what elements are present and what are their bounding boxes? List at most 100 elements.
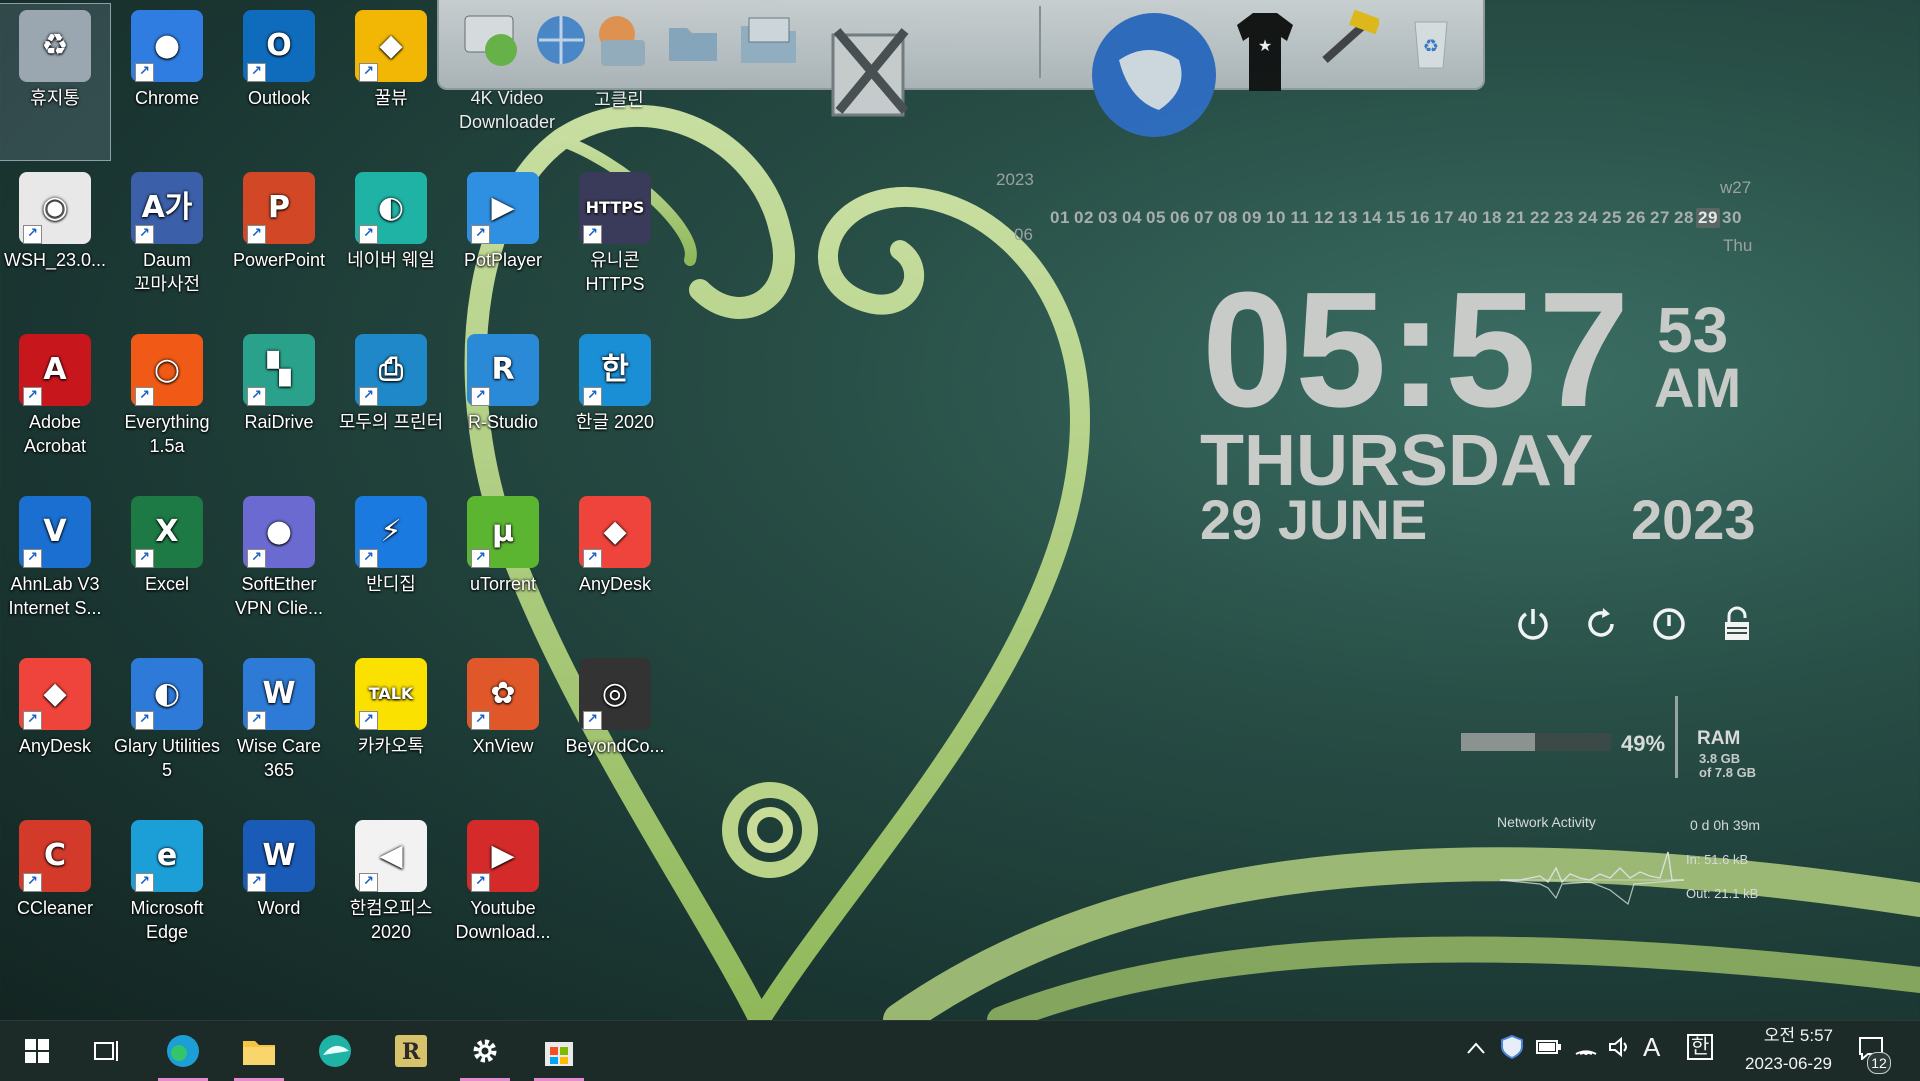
desktop-icon-label: AhnLab V3 Internet S...	[8, 574, 102, 618]
desktop-icon[interactable]: ▶ ↗ PotPlayer	[448, 166, 558, 322]
desktop-icon[interactable]: ◀ ↗ 한컴오피스 2020	[336, 814, 446, 970]
dock-separator	[1039, 6, 1041, 78]
desktop-icon[interactable]: ⚡ ↗ 반디집	[336, 490, 446, 646]
gocleen-dock-icon[interactable]	[589, 8, 653, 72]
desktop-icon[interactable]: ◎ ↗ BeyondCo...	[560, 652, 670, 808]
start-icon[interactable]	[6, 1021, 68, 1081]
glary-utilities-icon: ◐ ↗	[131, 658, 203, 730]
hancom-office-icon: ◀ ↗	[355, 820, 427, 892]
network-graph	[1500, 851, 1684, 906]
calendar-day-row: 01 02 03 04 05 06 07 08 09 10 11 12 13 14 15 16 17 40 18 21…	[1048, 208, 1744, 228]
volume-icon[interactable]	[1608, 1036, 1632, 1064]
calendar-day: 26	[1626, 208, 1646, 227]
tray-time[interactable]: 오전 5:57	[1733, 1024, 1833, 1048]
network-out: Out: 21.1 kB	[1686, 886, 1759, 901]
shutdown-icon[interactable]	[1649, 604, 1689, 644]
desktop-icon[interactable]: C ↗ CCleaner	[0, 814, 110, 970]
tray-date[interactable]: 2023-06-29	[1718, 1052, 1832, 1076]
beyond-compare-icon: ◎ ↗	[579, 658, 651, 730]
desktop-icon-label: SoftEther VPN Clie...	[234, 574, 324, 618]
desktop-icon[interactable]: P ↗ PowerPoint	[224, 166, 334, 322]
battery-icon[interactable]	[1536, 1038, 1562, 1061]
desktop-icon[interactable]: ▶ ↗ Youtube Download...	[448, 814, 558, 970]
desktop-icon[interactable]: TALK ↗ 카카오톡	[336, 652, 446, 808]
desktop-icon[interactable]: ⎙ ↗ 모두의 프린터	[336, 328, 446, 484]
desktop-icon[interactable]: R ↗ R-Studio	[448, 328, 558, 484]
wifi-icon[interactable]	[1574, 1036, 1598, 1062]
desktop-icon-label: uTorrent	[469, 574, 537, 594]
shortcut-arrow-icon: ↗	[135, 873, 154, 892]
calendar-day: 09	[1242, 208, 1262, 227]
desktop-icon[interactable]: ◆ ↗ 꿀뷰	[336, 4, 446, 160]
desktop-icon-label: Glary Utilities 5	[114, 736, 221, 780]
image-folder-icon[interactable]	[735, 8, 799, 72]
calendar-day: 21	[1506, 208, 1526, 227]
lock-icon[interactable]	[1717, 604, 1757, 644]
world-globe-icon[interactable]	[1089, 10, 1219, 140]
input-language[interactable]: A	[1643, 1032, 1660, 1063]
task-view-icon[interactable]	[76, 1021, 138, 1081]
ime-mode[interactable]: 한	[1687, 1034, 1714, 1060]
video-downloader-dock-icon[interactable]	[457, 8, 521, 72]
restart-icon[interactable]	[1581, 604, 1621, 644]
defender-shield-icon[interactable]	[1500, 1034, 1524, 1066]
clock-ampm: AM	[1654, 356, 1742, 419]
desktop-icon[interactable]: ● ↗ Chrome	[112, 4, 222, 160]
desktop-icon-label: 카카오톡	[357, 736, 425, 756]
desktop-icon[interactable]: X ↗ Excel	[112, 490, 222, 646]
taskbar-whale-icon[interactable]	[304, 1021, 366, 1081]
shortcut-arrow-icon: ↗	[471, 387, 490, 406]
desktop-icon-label: XnView	[472, 736, 534, 756]
r-app-icon[interactable]: R	[380, 1021, 442, 1081]
shortcut-arrow-icon: ↗	[135, 549, 154, 568]
calendar-day: 03	[1098, 208, 1118, 227]
desktop-icon[interactable]: 한 ↗ 한글 2020	[560, 328, 670, 484]
acrobat-icon: A ↗	[19, 334, 91, 406]
calendar-day: 14	[1362, 208, 1382, 227]
power-icon[interactable]	[1513, 604, 1553, 644]
desktop-icon[interactable]: A가 ↗ Daum 꼬마사전	[112, 166, 222, 322]
desktop-icon[interactable]: ◐ ↗ Glary Utilities 5	[112, 652, 222, 808]
desktop-icon[interactable]: HTTPS ↗ 유니콘 HTTPS	[560, 166, 670, 322]
desktop-icon[interactable]: µ ↗ uTorrent	[448, 490, 558, 646]
desktop-icon-label: 모두의 프린터	[338, 412, 444, 432]
file-explorer-icon[interactable]	[228, 1021, 290, 1081]
desktop-icon[interactable]: ○ ↗ Everything 1.5a	[112, 328, 222, 484]
xnview-icon: ✿ ↗	[467, 658, 539, 730]
printer-icon: ⎙ ↗	[355, 334, 427, 406]
tools-icon[interactable]	[819, 16, 919, 117]
taskbar-edge-icon[interactable]	[152, 1021, 214, 1081]
store-icon[interactable]	[528, 1021, 590, 1081]
desktop-icon[interactable]: ▚ ↗ RaiDrive	[224, 328, 334, 484]
chevron-up-icon[interactable]	[1466, 1038, 1486, 1061]
settings-icon[interactable]	[454, 1021, 516, 1081]
bandizip-icon: ⚡ ↗	[355, 496, 427, 568]
desktop-icon[interactable]: ◉ ↗ WSH_23.0...	[0, 166, 110, 322]
folder-icon[interactable]	[661, 8, 725, 72]
desktop-icon[interactable]: W ↗ Wise Care 365	[224, 652, 334, 808]
desktop-icon[interactable]: A ↗ Adobe Acrobat	[0, 328, 110, 484]
calendar-day: 07	[1194, 208, 1214, 227]
desktop-icon[interactable]: V ↗ AhnLab V3 Internet S...	[0, 490, 110, 646]
desktop-icon[interactable]: ✿ ↗ XnView	[448, 652, 558, 808]
calendar-day: 13	[1338, 208, 1358, 227]
desktop-icon[interactable]: O ↗ Outlook	[224, 4, 334, 160]
hangul-icon: 한 ↗	[579, 334, 651, 406]
hammer-icon[interactable]	[1315, 8, 1379, 72]
desktop-icon[interactable]: ● ↗ SoftEther VPN Clie...	[224, 490, 334, 646]
clock-day: THURSDAY	[1200, 421, 1594, 501]
shortcut-arrow-icon: ↗	[135, 63, 154, 82]
desktop-icon[interactable]: ♻ 휴지통	[0, 3, 111, 161]
desktop-icon[interactable]: ◆ ↗ AnyDesk	[0, 652, 110, 808]
desktop-icon[interactable]: ◆ ↗ AnyDesk	[560, 490, 670, 646]
network-globe-icon[interactable]	[529, 8, 593, 72]
ahnlab-v3-icon: V ↗	[19, 496, 91, 568]
desktop-icon[interactable]: ◐ ↗ 네이버 웨일	[336, 166, 446, 322]
desktop-icon[interactable]: W ↗ Word	[224, 814, 334, 970]
desktop-icon-label: Microsoft Edge	[130, 898, 204, 942]
tshirt-icon[interactable]: ★	[1229, 8, 1301, 96]
desktop-icon[interactable]: e ↗ Microsoft Edge	[112, 814, 222, 970]
trash-icon[interactable]: ♻	[1399, 8, 1463, 72]
top-dock: ★ ♻ 4K Video Downloader 고클린	[437, 0, 1485, 137]
calendar-day: 24	[1578, 208, 1598, 227]
